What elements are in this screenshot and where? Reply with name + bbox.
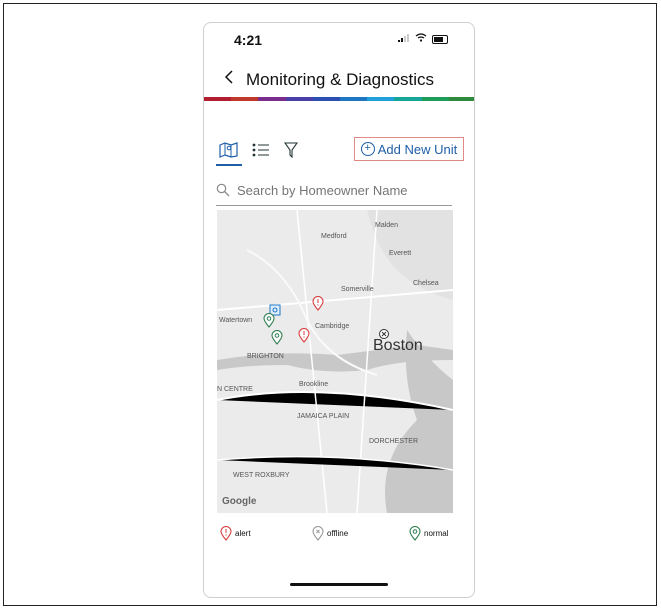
map-view-tab[interactable] xyxy=(218,140,240,160)
brand-color-segment xyxy=(448,97,474,101)
map-label: Watertown xyxy=(219,317,253,324)
battery-icon xyxy=(432,34,448,44)
add-new-unit-label: Add New Unit xyxy=(377,141,458,157)
map-label: Brookline xyxy=(299,381,329,388)
legend-normal: normal xyxy=(409,526,448,541)
alert-pin-icon[interactable] xyxy=(312,296,324,311)
legend-alert: alert xyxy=(220,526,251,541)
signal-icon xyxy=(398,33,410,45)
status-time: 4:21 xyxy=(234,32,263,48)
alert-pin-icon[interactable] xyxy=(298,328,310,343)
legend-offline-label: offline xyxy=(327,529,349,538)
map-label: BRIGHTON xyxy=(247,353,284,360)
filter-icon xyxy=(284,142,298,158)
brand-color-segment xyxy=(394,97,422,101)
brand-color-segment xyxy=(367,97,395,101)
map-label: WEST ROXBURY xyxy=(233,472,290,479)
brand-color-segment xyxy=(231,97,259,101)
offline-legend-icon xyxy=(312,526,324,541)
legend-normal-label: normal xyxy=(424,529,449,538)
list-view-tab[interactable] xyxy=(250,140,272,160)
home-indicator[interactable] xyxy=(290,583,388,586)
brand-color-segment xyxy=(421,97,449,101)
map-base xyxy=(217,210,453,513)
search-input[interactable] xyxy=(235,181,439,199)
normal-pin-icon[interactable] xyxy=(271,330,283,345)
map-label: Medford xyxy=(321,233,347,240)
normal-legend-icon xyxy=(409,526,421,541)
brand-color-segment xyxy=(258,97,286,101)
search-bar[interactable] xyxy=(216,175,452,206)
status-icons xyxy=(398,33,448,45)
phone-screen: 4:21 Monitoring & Diagnostics + Add New … xyxy=(203,22,475,598)
map-label: Chelsea xyxy=(413,280,439,287)
google-attribution: Google xyxy=(222,496,257,507)
normal-pin-icon[interactable] xyxy=(263,313,275,328)
brand-color-segment xyxy=(312,97,341,101)
map-label: Malden xyxy=(375,222,398,229)
active-tab-indicator xyxy=(216,164,242,166)
map-view[interactable]: Medford Malden Everett Chelsea Somervill… xyxy=(217,210,453,513)
chevron-left-icon xyxy=(224,70,233,84)
location-marker-icon xyxy=(379,329,389,339)
legend-offline: offline xyxy=(312,526,348,541)
brand-color-bar xyxy=(204,97,474,101)
map-label: DORCHESTER xyxy=(369,438,419,445)
add-new-unit-button[interactable]: + Add New Unit xyxy=(354,137,464,161)
brand-color-segment xyxy=(204,97,232,101)
list-icon xyxy=(252,143,269,157)
alert-legend-icon xyxy=(220,526,232,541)
brand-color-segment xyxy=(285,97,313,101)
legend-alert-label: alert xyxy=(235,529,251,538)
map-icon xyxy=(219,142,238,158)
filter-button[interactable] xyxy=(280,140,302,160)
map-label: Everett xyxy=(389,250,412,257)
wifi-icon xyxy=(415,33,427,45)
search-icon xyxy=(216,183,230,197)
page-title: Monitoring & Diagnostics xyxy=(246,70,435,89)
map-label: JAMAICA PLAIN xyxy=(297,413,350,420)
plus-circle-icon: + xyxy=(360,142,375,156)
map-label: N CENTRE xyxy=(217,386,253,393)
map-label: Somerville xyxy=(341,286,374,293)
brand-color-segment xyxy=(340,97,368,101)
back-button[interactable] xyxy=(224,68,234,89)
map-label: Cambridge xyxy=(315,323,350,330)
